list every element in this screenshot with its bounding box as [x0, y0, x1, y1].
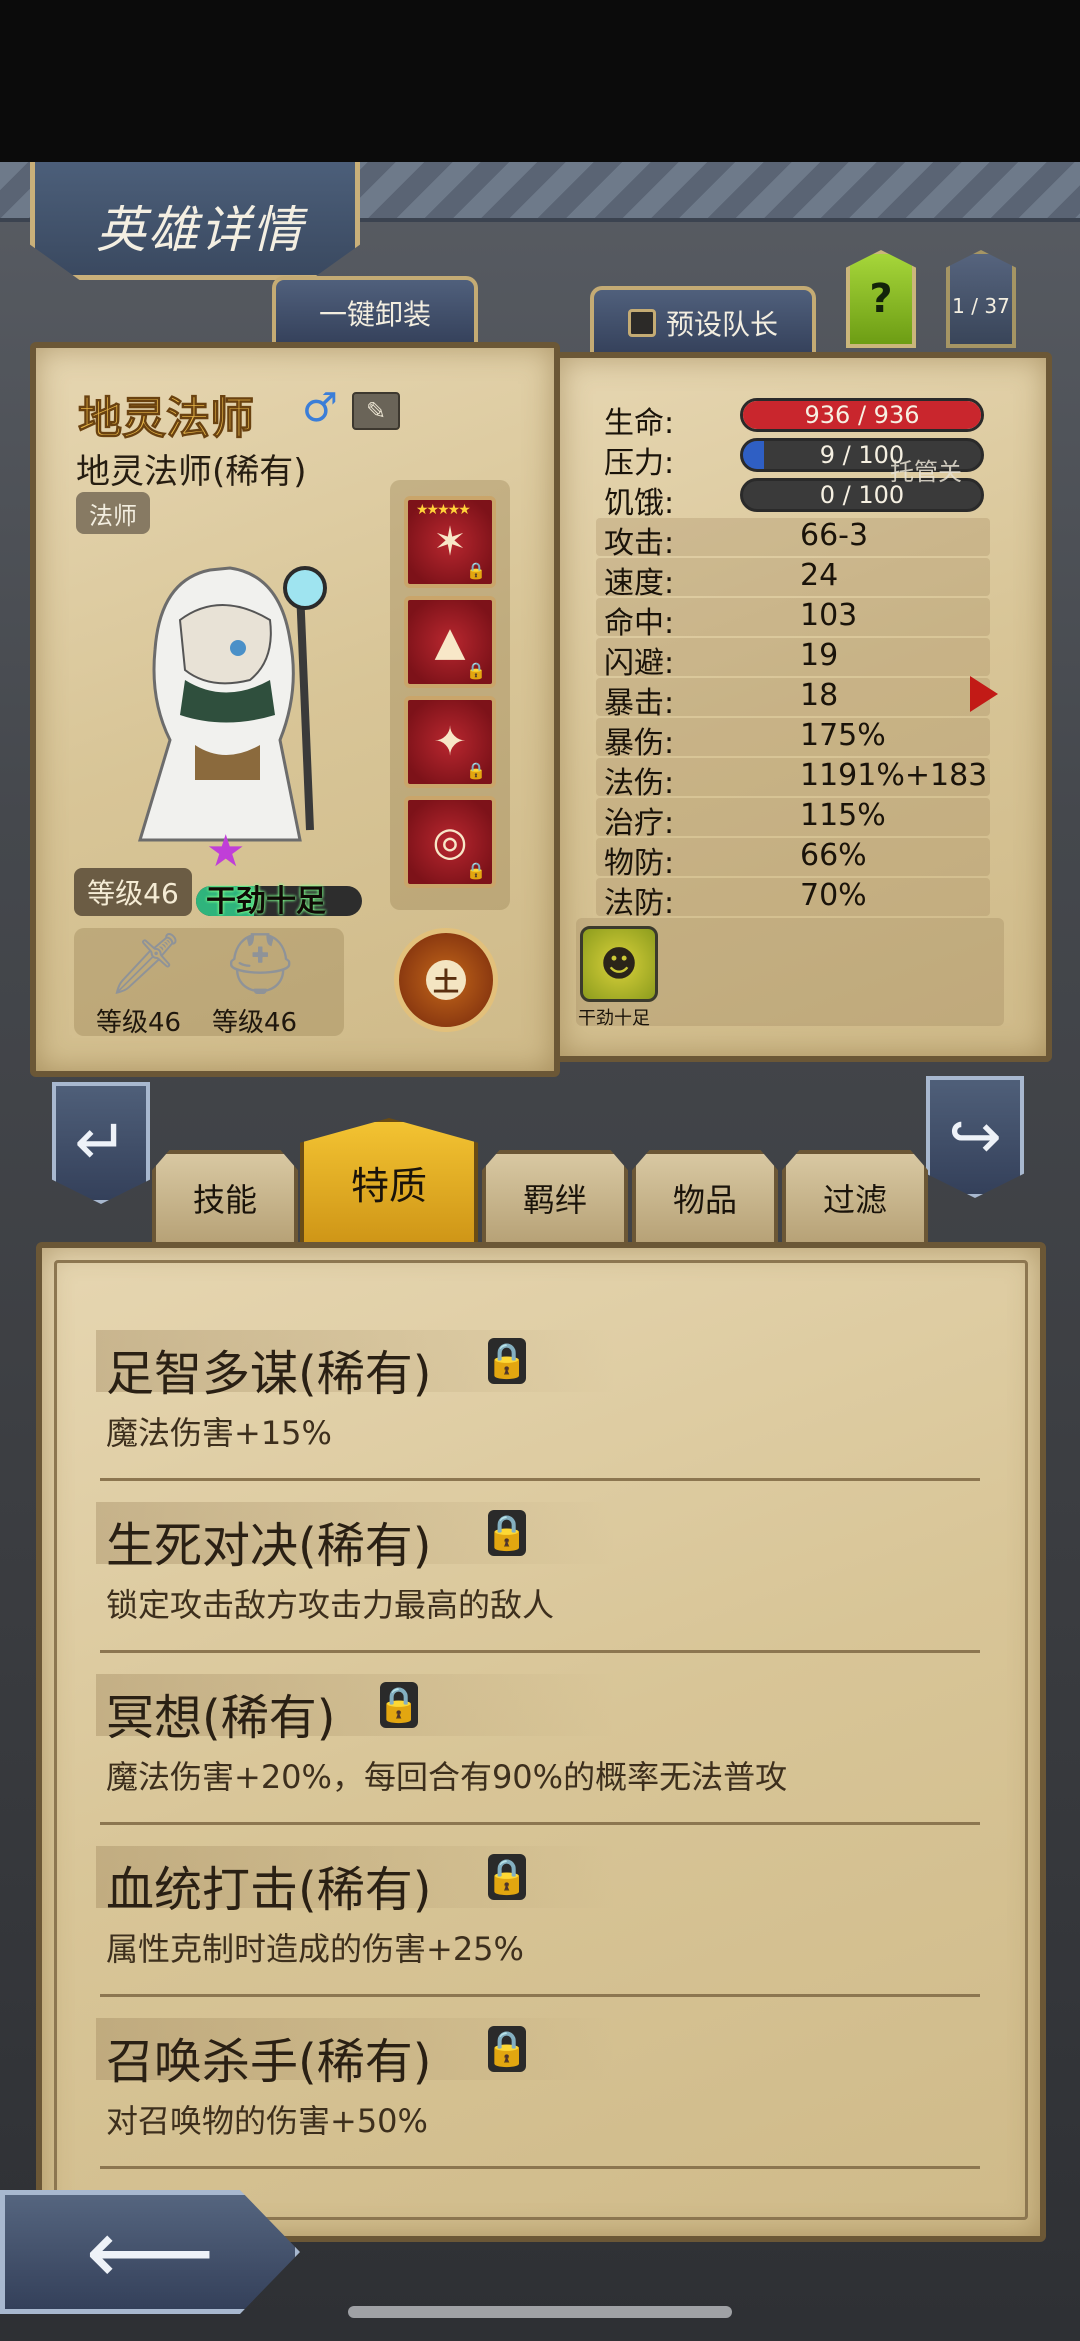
helmet-icon[interactable]: ⛑ — [222, 928, 298, 999]
preset-leader-toggle[interactable]: 预设队长 — [590, 286, 816, 356]
sword-icon[interactable]: 🗡 — [108, 928, 184, 999]
hero-subtitle: 地灵法师(稀有) — [76, 452, 307, 492]
stat-value: 18 — [800, 678, 839, 713]
tab-skills[interactable]: 技能 — [152, 1150, 298, 1242]
male-symbol-icon: ♂ — [302, 385, 338, 431]
stat-value: 115% — [800, 798, 886, 833]
lock-icon: 🔒 — [466, 661, 486, 680]
lock-icon[interactable]: 🔒 — [486, 2026, 528, 2072]
stat-label: 闪避: — [604, 646, 675, 681]
preset-leader-label: 预设队长 — [665, 308, 778, 341]
hero-level: 等级46 — [74, 868, 192, 916]
lock-icon[interactable]: 🔒 — [486, 1854, 528, 1900]
help-button[interactable]: ? — [846, 250, 916, 348]
class-badge: 法师 — [76, 492, 150, 534]
equip-slot-2[interactable]: ▲ 🔒 — [404, 596, 496, 688]
trait-title: 血统打击(稀有) — [106, 1862, 432, 1918]
stat-label: 治疗: — [604, 806, 675, 841]
trait-title: 冥想(稀有) — [106, 1690, 336, 1746]
stat-label: 物防: — [604, 846, 675, 881]
tab-items[interactable]: 物品 — [632, 1150, 778, 1242]
status-bar-area — [0, 0, 1080, 162]
hero-portrait[interactable] — [100, 530, 370, 860]
stat-value: 1191%+183 — [800, 758, 988, 793]
arrow-left-icon: ↵ — [74, 1106, 128, 1180]
tab-filter[interactable]: 过滤 — [782, 1150, 928, 1242]
lock-icon[interactable]: 🔒 — [486, 1338, 528, 1384]
trait-description: 魔法伤害+15% — [106, 1414, 332, 1452]
expand-stats-arrow-icon[interactable] — [970, 676, 998, 712]
unequip-all-button[interactable]: 一键卸装 — [272, 276, 478, 346]
next-hero-button[interactable]: ↪ — [926, 1076, 1024, 1198]
lock-icon[interactable]: 🔒 — [486, 1510, 528, 1556]
trait-title: 召唤杀手(稀有) — [106, 2034, 432, 2090]
pencil-icon: ✎ — [365, 397, 387, 425]
stat-label: 暴击: — [604, 686, 675, 721]
divider — [100, 1822, 980, 1825]
mood-icon-label: 干劲十足 — [578, 1008, 650, 1029]
stat-label: 攻击: — [604, 526, 675, 561]
trait-description: 锁定攻击敌方攻击力最高的敌人 — [106, 1586, 555, 1624]
dark-orb-staff-icon: ✶ — [433, 519, 467, 565]
auto-toggle-overlay[interactable]: 托管关 — [890, 452, 962, 487]
hp-bar: 936 / 936 — [740, 398, 984, 432]
hp-label: 生命: — [604, 406, 675, 441]
stat-value: 19 — [800, 638, 839, 673]
stat-value: 70% — [800, 878, 867, 913]
tab-traits[interactable]: 特质 — [300, 1118, 478, 1242]
tab-bonds[interactable]: 羁绊 — [482, 1150, 628, 1242]
mood-face-icon[interactable]: ☻ — [580, 926, 658, 1002]
hero-name: 地灵法师 — [78, 393, 255, 445]
divider — [100, 2166, 980, 2169]
page-title: 英雄详情 — [96, 201, 304, 259]
shuriken-amulet-icon: ✦ — [433, 719, 467, 765]
stat-label: 命中: — [604, 606, 675, 641]
stress-label: 压力: — [604, 446, 675, 481]
gear-level-weapon: 等级46 — [96, 1008, 182, 1038]
stat-label: 暴伤: — [604, 726, 675, 761]
divider — [100, 1650, 980, 1653]
element-earth-icon: 土 — [426, 960, 466, 1000]
trait-title: 足智多谋(稀有) — [106, 1346, 432, 1402]
equip-stars: ★★★★★ — [416, 502, 471, 518]
lock-icon: 🔒 — [466, 561, 486, 580]
equip-slot-4[interactable]: ◎ 🔒 — [404, 796, 496, 888]
stat-label: 法防: — [604, 886, 675, 921]
stat-label: 法伤: — [604, 766, 675, 801]
lock-icon: 🔒 — [466, 761, 486, 780]
back-button[interactable]: ⟵ — [0, 2190, 300, 2314]
rarity-star-icon: ★ — [206, 826, 246, 877]
gear-level-armor: 等级46 — [212, 1008, 298, 1038]
arrow-left-icon: ⟵ — [85, 2199, 215, 2305]
hunger-label: 饥饿: — [604, 486, 675, 521]
trait-description: 属性克制时造成的伤害+25% — [106, 1930, 524, 1968]
equip-slot-3[interactable]: ✦ 🔒 — [404, 696, 496, 788]
ruby-ring-icon: ◎ — [432, 819, 468, 865]
stat-value: 103 — [800, 598, 858, 633]
mood-label: 干劲十足 — [206, 884, 326, 919]
page-indicator: 1 / 37 — [946, 250, 1016, 348]
hp-value: 936 / 936 — [804, 401, 920, 429]
home-indicator[interactable] — [348, 2306, 732, 2318]
element-badge[interactable]: 土 — [394, 928, 498, 1032]
stat-value: 66-3 — [800, 518, 869, 553]
wizard-hat-icon: ▲ — [434, 619, 466, 665]
stat-value: 175% — [800, 718, 886, 753]
trait-title: 生死对决(稀有) — [106, 1518, 432, 1574]
divider — [100, 1478, 980, 1481]
stat-value: 24 — [800, 558, 839, 593]
previous-hero-button[interactable]: ↵ — [52, 1082, 150, 1204]
stat-value: 66% — [800, 838, 867, 873]
divider — [100, 1994, 980, 1997]
lock-icon: 🔒 — [466, 861, 486, 880]
trait-description: 魔法伤害+20%，每回合有90%的概率无法普攻 — [106, 1758, 788, 1796]
edit-name-button[interactable]: ✎ — [352, 392, 400, 430]
stat-label: 速度: — [604, 566, 675, 601]
checkbox-icon[interactable] — [627, 309, 656, 337]
lock-icon[interactable]: 🔒 — [378, 1682, 420, 1728]
arrow-right-icon: ↪ — [948, 1100, 1002, 1174]
equip-slot-1[interactable]: ★★★★★ ✶ 🔒 — [404, 496, 496, 588]
trait-description: 对召唤物的伤害+50% — [106, 2102, 428, 2140]
